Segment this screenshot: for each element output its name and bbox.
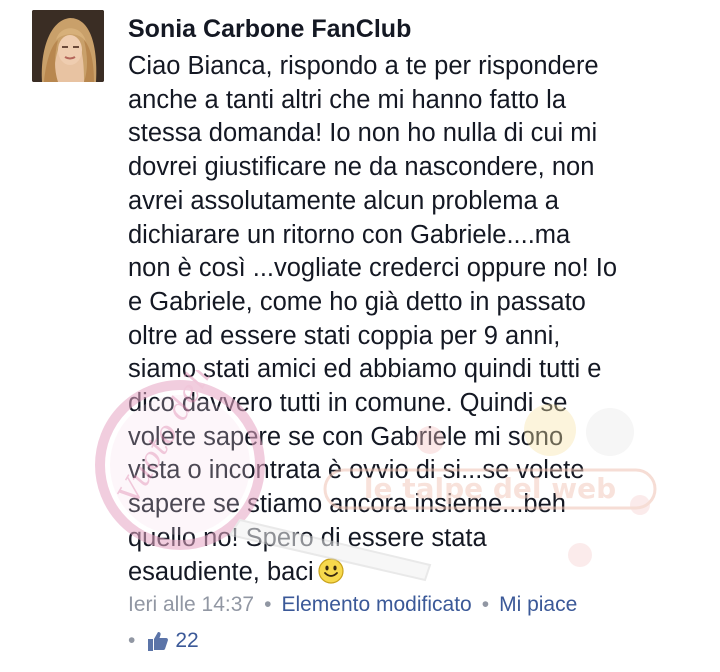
comment-line: siamo stati amici ed abbiamo quindi tutt… <box>128 355 602 384</box>
comment-author[interactable]: Sonia Carbone FanClub <box>128 12 708 46</box>
comment-line: vista o incontrata è ovvio di si...se vo… <box>128 456 585 485</box>
comment-line: Ciao Bianca, rispondo a te per risponder… <box>128 52 599 80</box>
comment-line: dovrei giustificare ne da nascondere, no… <box>128 153 595 182</box>
meta-separator: • <box>264 593 272 616</box>
comment-line: dichiarare un ritorno con Gabriele....ma <box>128 220 571 249</box>
comment-line: esaudiente, baci <box>128 557 314 586</box>
comment-meta: Ieri alle 14:37 • Elemento modificato • Mi p… <box>128 590 577 620</box>
likes-row[interactable]: • 22 <box>128 626 199 656</box>
thumbs-up-icon <box>148 632 169 651</box>
avatar-image <box>32 10 104 82</box>
comment-time[interactable]: Ieri alle 14:37 <box>128 593 254 616</box>
comment-line: dico davvero tutti in comune. Quindi se <box>128 389 568 418</box>
meta-separator: • <box>128 629 136 652</box>
comment-line: avrei assolutamente alcun problema a <box>128 186 559 215</box>
comment-line: stessa domanda! Io non ho nulla di cui m… <box>128 119 598 148</box>
comment-line-last: esaudiente, baci <box>128 556 708 590</box>
like-button[interactable]: Mi piace <box>499 593 577 616</box>
comment-line: quello no! Spero di essere stata <box>128 523 487 552</box>
comment-line: oltre ad essere stati coppia per 9 anni, <box>128 321 561 350</box>
smiley-emoji-icon <box>318 557 344 584</box>
likes-count: 22 <box>175 629 199 652</box>
comment-line: non è così ...vogliate crederci oppure n… <box>128 254 618 283</box>
comment-line: anche a tanti altri che mi hanno fatto l… <box>128 85 567 114</box>
comment-line: sapere se stiamo ancora insieme...beh <box>128 490 566 519</box>
comment-line: e Gabriele, come ho già detto in passato <box>128 287 586 316</box>
comment-body: Ciao Bianca, rispondo a te per risponder… <box>128 50 708 589</box>
comment-line: volete sapere se con Gabriele mi sono <box>128 422 564 451</box>
comment: Sonia Carbone FanClub Ciao Bianca, rispo… <box>128 12 708 589</box>
edited-link[interactable]: Elemento modificato <box>281 593 471 616</box>
comment-avatar[interactable] <box>32 10 104 82</box>
meta-separator: • <box>481 593 490 616</box>
